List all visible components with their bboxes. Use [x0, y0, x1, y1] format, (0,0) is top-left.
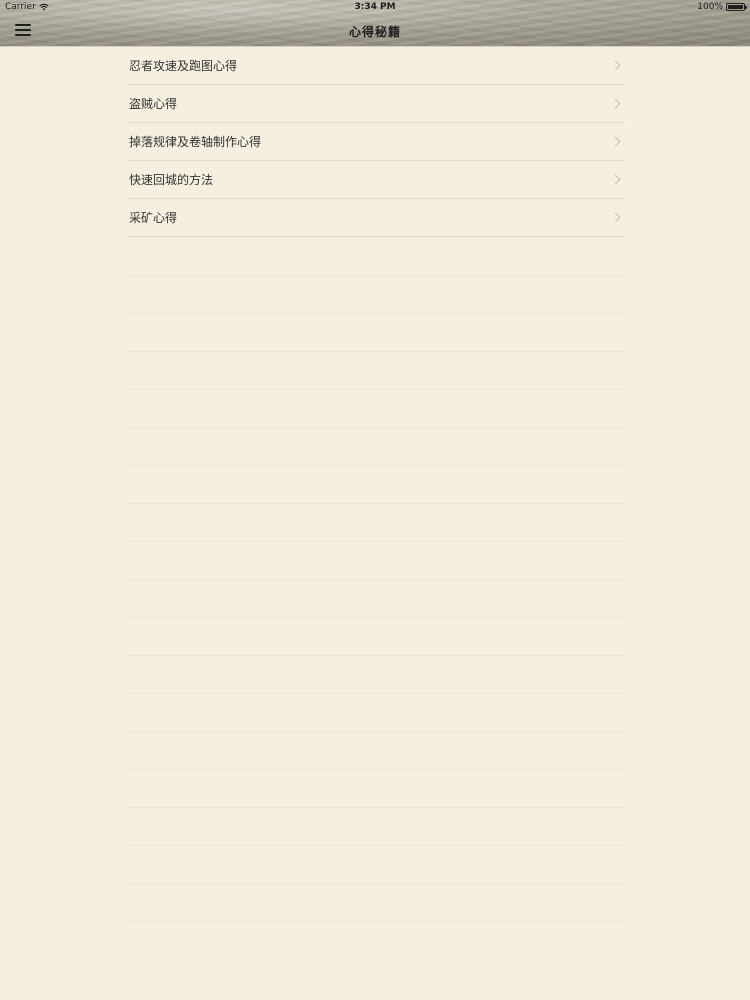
- chevron-right-icon: [610, 60, 621, 70]
- empty-row-divider: [128, 694, 625, 732]
- list-item-label: 忍者攻速及跑图心得: [129, 59, 238, 73]
- guide-list: 忍者攻速及跑图心得 盗贼心得 掉落规律及卷轴制作心得 快速回城的方法 采矿心得: [128, 47, 625, 237]
- status-bar: Carrier 3:34 PM 100%: [0, 0, 750, 14]
- empty-row-divider: [128, 732, 625, 770]
- empty-row-divider: [128, 580, 625, 618]
- chevron-right-icon: [610, 136, 621, 146]
- list-item-label: 盗贼心得: [129, 97, 178, 111]
- empty-row-divider: [128, 846, 625, 884]
- empty-row-divider: [128, 618, 625, 656]
- empty-row-divider: [128, 808, 625, 846]
- battery-fill: [728, 5, 743, 9]
- top-bar: Carrier 3:34 PM 100% 心得秘籍: [0, 0, 750, 46]
- empty-row-divider: [128, 352, 625, 390]
- battery-percent: 100%: [697, 2, 723, 12]
- empty-row-divider: [128, 542, 625, 580]
- battery-indicator: 100%: [697, 2, 747, 12]
- empty-row-divider: [128, 504, 625, 542]
- list-item-mining-guide[interactable]: 采矿心得: [128, 199, 625, 237]
- list-item-thief-guide[interactable]: 盗贼心得: [128, 85, 625, 123]
- empty-row-divider: [128, 390, 625, 428]
- empty-row-divider: [128, 314, 625, 352]
- empty-row-divider: [128, 884, 625, 922]
- status-time: 3:34 PM: [354, 2, 396, 12]
- empty-row-divider: [128, 428, 625, 466]
- empty-row-divider: [128, 770, 625, 808]
- empty-row-divider: [128, 656, 625, 694]
- chevron-right-icon: [610, 174, 621, 184]
- chevron-right-icon: [610, 98, 621, 108]
- list-item-label: 掉落规律及卷轴制作心得: [129, 135, 262, 149]
- chevron-right-icon: [610, 212, 621, 222]
- empty-row-divider: [128, 276, 625, 314]
- list-item-drop-scroll-guide[interactable]: 掉落规律及卷轴制作心得: [128, 123, 625, 161]
- list-item-return-town-guide[interactable]: 快速回城的方法: [128, 161, 625, 199]
- list-item-ninja-guide[interactable]: 忍者攻速及跑图心得: [128, 47, 625, 85]
- empty-row-divider: [128, 238, 625, 276]
- empty-list-rows: [128, 238, 625, 922]
- battery-icon: [726, 3, 747, 11]
- page-title: 心得秘籍: [348, 25, 401, 39]
- empty-row-divider: [128, 466, 625, 504]
- list-item-label: 快速回城的方法: [129, 173, 214, 187]
- list-item-label: 采矿心得: [129, 211, 178, 225]
- navigation-bar: 心得秘籍: [0, 14, 750, 46]
